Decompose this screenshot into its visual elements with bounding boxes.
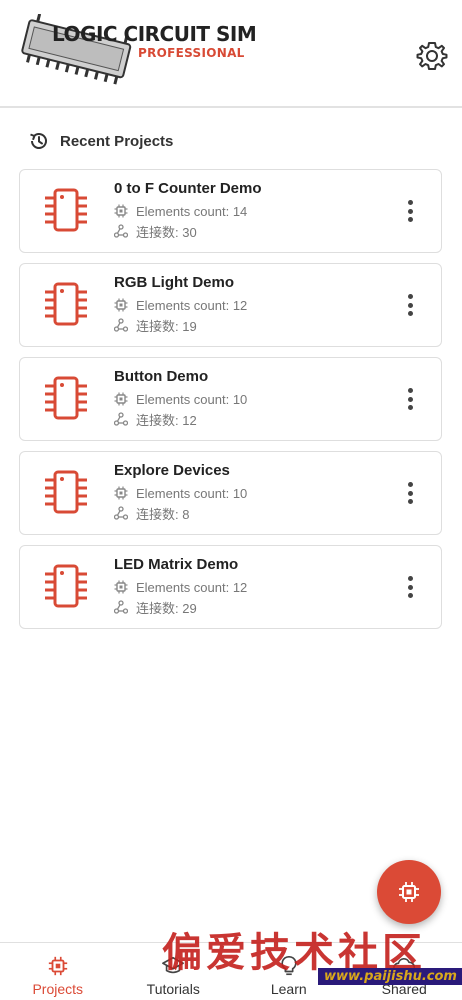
more-options-button[interactable] bbox=[400, 292, 420, 318]
more-vertical-icon bbox=[407, 294, 413, 299]
history-icon bbox=[30, 133, 47, 149]
elements-count-text: Elements count: 10 bbox=[136, 485, 248, 501]
project-name: 0 to F Counter Demo bbox=[114, 180, 262, 197]
elements-count: Elements count: 10 bbox=[114, 484, 247, 502]
project-card[interactable]: Explore Devices Elements count: 10 连接数: … bbox=[19, 451, 442, 535]
cpu-icon bbox=[114, 298, 128, 312]
cpu-icon bbox=[114, 580, 128, 594]
recent-projects-title: Recent Projects bbox=[60, 132, 174, 150]
watermark-url: www.paijishu.com bbox=[318, 968, 462, 985]
connection-icon bbox=[114, 600, 128, 614]
connections-count: 连接数: 12 bbox=[114, 410, 197, 428]
elements-count-text: Elements count: 10 bbox=[136, 391, 248, 407]
chip-icon bbox=[45, 188, 87, 232]
chip-icon bbox=[45, 564, 87, 608]
elements-count-text: Elements count: 14 bbox=[136, 203, 248, 219]
connection-icon bbox=[114, 506, 128, 520]
elements-count: Elements count: 12 bbox=[114, 296, 247, 314]
logo-title: LOGIC CIRCUIT SIM bbox=[52, 22, 257, 46]
settings-button[interactable] bbox=[416, 40, 448, 72]
elements-count-text: Elements count: 12 bbox=[136, 579, 248, 595]
cpu-icon bbox=[114, 204, 128, 218]
chip-icon bbox=[45, 470, 87, 514]
logo-subtitle: PROFESSIONAL bbox=[138, 46, 245, 60]
add-chip-icon bbox=[399, 882, 419, 902]
chip-icon bbox=[45, 376, 87, 420]
connections-count-text: 连接数: 12 bbox=[136, 412, 197, 428]
more-vertical-icon bbox=[407, 388, 413, 393]
connections-count: 连接数: 30 bbox=[114, 222, 197, 240]
connections-count-text: 连接数: 19 bbox=[136, 318, 197, 334]
recent-projects-heading: Recent Projects bbox=[28, 128, 173, 154]
watermark: 偏爱技术社区 www.paijishu.com bbox=[150, 920, 462, 990]
project-card[interactable]: LED Matrix Demo Elements count: 12 连接数: … bbox=[19, 545, 442, 629]
nav-label: Projects bbox=[32, 981, 84, 997]
connection-icon bbox=[114, 224, 128, 238]
project-list: 0 to F Counter Demo Elements count: 14 连… bbox=[19, 169, 442, 639]
connections-count: 连接数: 19 bbox=[114, 316, 197, 334]
project-name: RGB Light Demo bbox=[114, 274, 234, 291]
cpu-icon bbox=[114, 392, 128, 406]
connection-icon bbox=[114, 318, 128, 332]
project-card[interactable]: 0 to F Counter Demo Elements count: 14 连… bbox=[19, 169, 442, 253]
chip-icon bbox=[48, 956, 67, 976]
project-card[interactable]: Button Demo Elements count: 10 连接数: 12 bbox=[19, 357, 442, 441]
project-name: LED Matrix Demo bbox=[114, 556, 239, 573]
connection-icon bbox=[114, 412, 128, 426]
connections-count: 连接数: 29 bbox=[114, 598, 197, 616]
more-vertical-icon bbox=[407, 576, 413, 581]
project-card[interactable]: RGB Light Demo Elements count: 12 连接数: 1… bbox=[19, 263, 442, 347]
connections-count-text: 连接数: 8 bbox=[136, 506, 190, 522]
connections-count: 连接数: 8 bbox=[114, 504, 189, 522]
app-logo: LOGIC CIRCUIT SIM PROFESSIONAL bbox=[12, 14, 262, 94]
more-options-button[interactable] bbox=[400, 386, 420, 412]
elements-count: Elements count: 14 bbox=[114, 202, 247, 220]
elements-count: Elements count: 12 bbox=[114, 578, 247, 596]
project-name: Explore Devices bbox=[114, 462, 230, 479]
chip-icon bbox=[45, 282, 87, 326]
elements-count: Elements count: 10 bbox=[114, 390, 247, 408]
cpu-icon bbox=[114, 486, 128, 500]
more-options-button[interactable] bbox=[400, 574, 420, 600]
more-options-button[interactable] bbox=[400, 480, 420, 506]
new-project-fab[interactable] bbox=[377, 860, 441, 924]
more-vertical-icon bbox=[407, 482, 413, 487]
connections-count-text: 连接数: 30 bbox=[136, 224, 197, 240]
gear-icon bbox=[416, 42, 448, 70]
app-header: LOGIC CIRCUIT SIM PROFESSIONAL bbox=[0, 0, 462, 108]
project-name: Button Demo bbox=[114, 368, 209, 385]
nav-projects[interactable]: Projects bbox=[0, 943, 116, 1000]
connections-count-text: 连接数: 29 bbox=[136, 600, 197, 616]
elements-count-text: Elements count: 12 bbox=[136, 297, 248, 313]
more-vertical-icon bbox=[407, 200, 413, 205]
more-options-button[interactable] bbox=[400, 198, 420, 224]
